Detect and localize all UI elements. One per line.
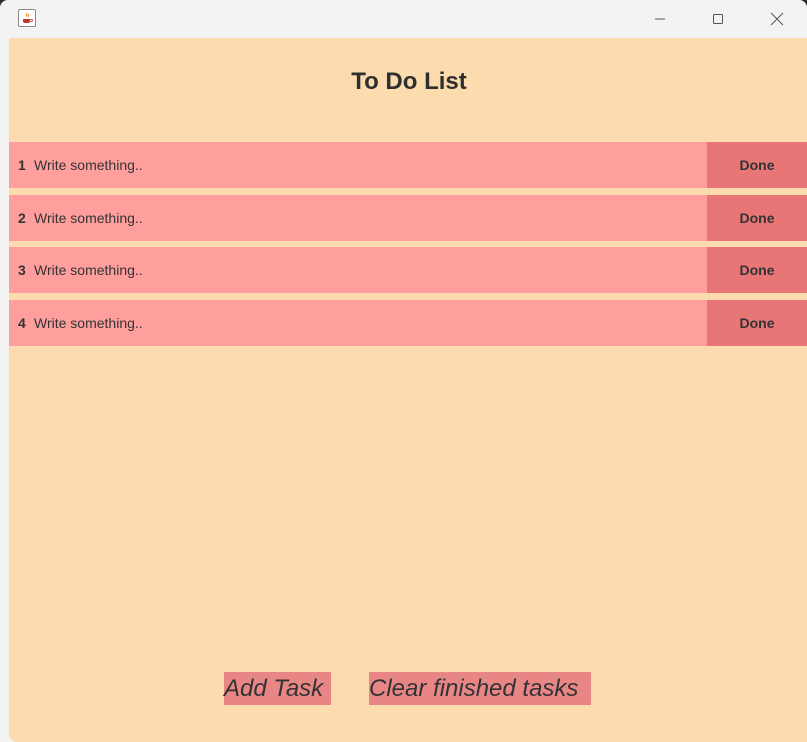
done-button[interactable]: Done	[707, 195, 807, 241]
task-text-field[interactable]: Write something..	[34, 247, 143, 293]
maximize-icon	[713, 14, 723, 24]
java-app-icon[interactable]	[18, 9, 36, 27]
maximize-button[interactable]	[689, 0, 747, 38]
app-window: To Do List 1 Write something.. Done 2 Wr…	[0, 0, 807, 742]
close-icon	[770, 12, 784, 26]
task-number: 1	[18, 157, 26, 173]
add-task-button[interactable]: Add Task	[224, 672, 331, 705]
task-row: 3 Write something.. Done	[9, 247, 807, 293]
close-button[interactable]	[748, 0, 806, 38]
done-button[interactable]: Done	[707, 142, 807, 188]
task-number: 4	[18, 315, 26, 331]
task-number: 2	[18, 210, 26, 226]
title-bar[interactable]	[0, 0, 807, 38]
task-row: 2 Write something.. Done	[9, 195, 807, 241]
task-text-field[interactable]: Write something..	[34, 195, 143, 241]
minimize-button[interactable]	[631, 0, 689, 38]
clear-finished-tasks-button[interactable]: Clear finished tasks	[369, 672, 591, 705]
todo-panel: To Do List 1 Write something.. Done 2 Wr…	[9, 38, 807, 742]
task-text-field[interactable]: Write something..	[34, 300, 143, 346]
task-row: 4 Write something.. Done	[9, 300, 807, 346]
minimize-icon	[655, 18, 665, 20]
page-title: To Do List	[351, 68, 467, 95]
task-row: 1 Write something.. Done	[9, 142, 807, 188]
done-button[interactable]: Done	[707, 247, 807, 293]
task-number: 3	[18, 262, 26, 278]
done-button[interactable]: Done	[707, 300, 807, 346]
task-text-field[interactable]: Write something..	[34, 142, 143, 188]
